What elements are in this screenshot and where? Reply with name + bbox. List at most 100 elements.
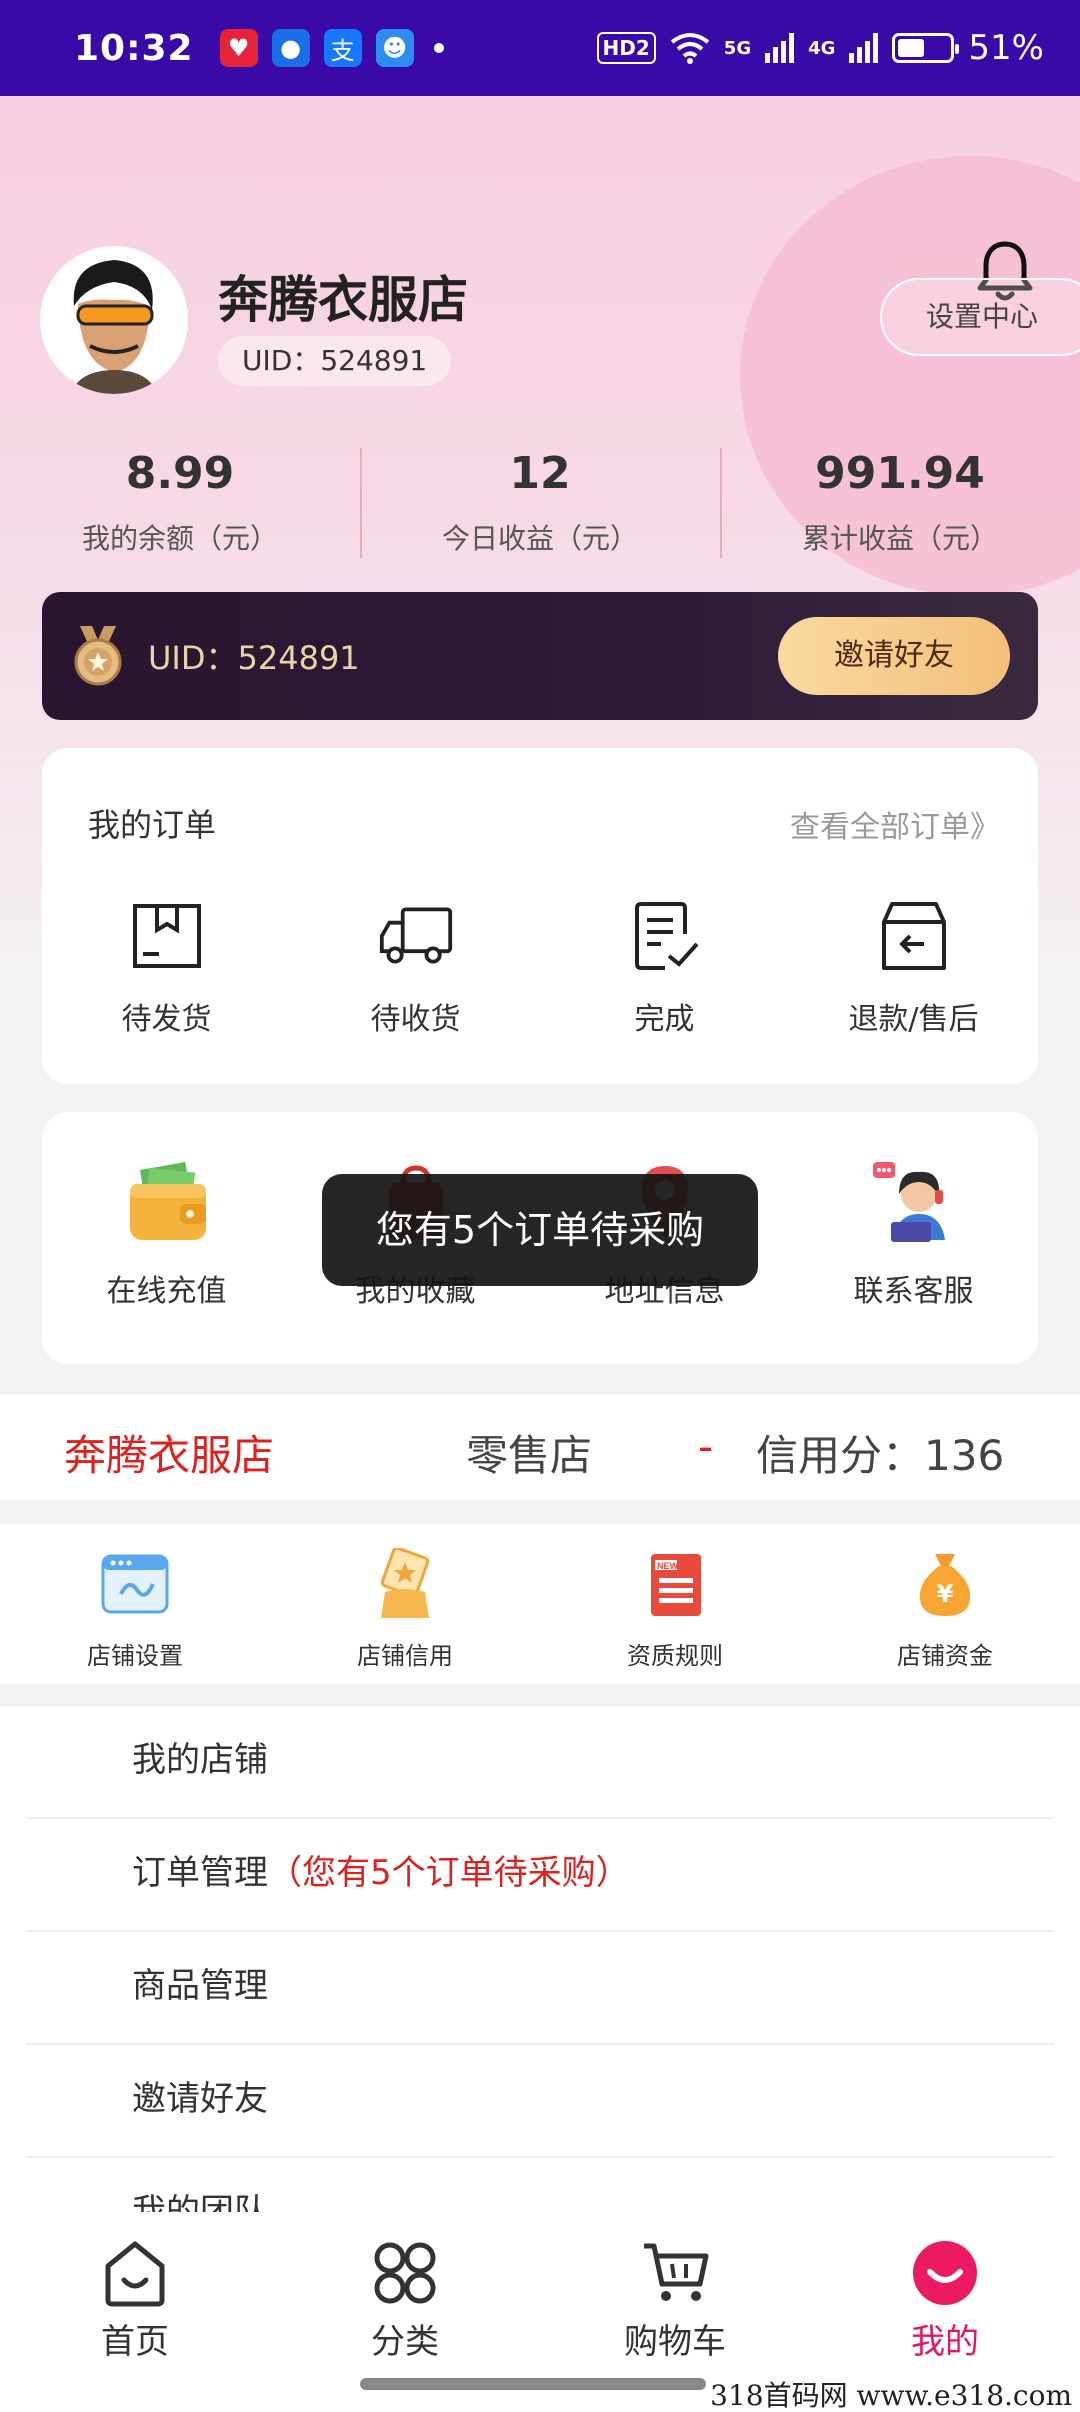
stat-value: 8.99 — [125, 448, 235, 499]
order-pending-receipt[interactable]: 待收货 — [291, 898, 540, 1038]
shop-tools-grid: 店铺设置 店铺信用 NEW 资质规则 ¥ 店铺资金 — [0, 1524, 1080, 1684]
shop-funds[interactable]: ¥ 店铺资金 — [810, 1524, 1080, 1684]
order-status-label: 待收货 — [370, 1002, 461, 1037]
menu-item-label: 订单管理 — [132, 1853, 268, 1893]
shop-info-row: 奔腾衣服店 零售店 - 信用分：136 — [0, 1394, 1080, 1500]
order-completed[interactable]: 完成 — [540, 898, 789, 1038]
order-pending-shipment[interactable]: 待发货 — [42, 898, 291, 1038]
svg-text:¥: ¥ — [937, 1580, 954, 1608]
shop-tool-label: 店铺信用 — [357, 1642, 453, 1670]
more-notifications-dot — [433, 43, 444, 53]
menu-item-my-team[interactable]: 我的团队 — [26, 2158, 1054, 2212]
tool-label: 联系客服 — [853, 1274, 974, 1309]
tab-label: 购物车 — [624, 2322, 726, 2362]
orders-title: 我的订单 — [88, 806, 217, 844]
svg-text:NEW: NEW — [657, 1561, 679, 1571]
menu-item-label: 我的团队 — [132, 2192, 268, 2212]
order-status-label: 完成 — [634, 1002, 695, 1037]
money-bag-icon: ¥ — [919, 1554, 971, 1616]
stat-value: 991.94 — [815, 448, 985, 499]
tab-label: 我的 — [911, 2322, 979, 2362]
stat-label: 我的余额（元） — [81, 522, 278, 555]
shop-tool-label: 店铺资金 — [897, 1642, 993, 1670]
view-all-orders-link[interactable]: 查看全部订单》 — [790, 802, 1000, 846]
checklist-icon — [634, 902, 698, 970]
home-indicator[interactable] — [360, 2378, 706, 2390]
tool-label: 在线充值 — [106, 1274, 227, 1309]
rules-document-icon: NEW — [651, 1554, 701, 1616]
medal-icon — [74, 626, 122, 686]
category-icon — [374, 2242, 436, 2304]
stat-value: 12 — [509, 448, 571, 499]
menu-item-goods-management[interactable]: 商品管理 — [26, 1932, 1054, 2045]
app-notification-icon: ♥ — [219, 29, 258, 67]
shop-type: 零售店 — [466, 1431, 593, 1480]
tab-label: 首页 — [101, 2322, 169, 2362]
stat-label: 累计收益（元） — [801, 522, 998, 555]
balance-stat[interactable]: 8.99 我的余额（元） — [0, 444, 360, 564]
my-orders-card: 我的订单 查看全部订单》 待发货 待收货 完成 退款/售后 — [42, 748, 1038, 1084]
avatar[interactable] — [40, 246, 188, 394]
member-bar: UID：524891 邀请好友 — [42, 592, 1038, 720]
wifi-icon — [670, 33, 710, 64]
return-box-icon — [881, 902, 946, 970]
battery-icon — [892, 33, 960, 63]
box-icon — [132, 904, 201, 968]
order-refund-aftersale[interactable]: 退款/售后 — [789, 898, 1038, 1038]
online-recharge[interactable]: 在线充值 — [42, 1160, 291, 1310]
network-4g-label: 4G — [808, 37, 836, 59]
shop-settings[interactable]: 店铺设置 — [0, 1524, 270, 1684]
qualification-rules[interactable]: NEW 资质规则 — [540, 1524, 810, 1684]
order-status-label: 退款/售后 — [848, 1002, 979, 1037]
total-earnings-stat[interactable]: 991.94 累计收益（元） — [720, 444, 1080, 564]
shop-tool-label: 资质规则 — [627, 1642, 723, 1670]
notification-icons: ♥ ● 支 ☻ — [219, 29, 444, 67]
separator-dash: - — [698, 1422, 714, 1471]
status-bar: 10:32 ♥ ● 支 ☻ HD2 5G 4G 51% — [0, 0, 1080, 96]
menu-item-invite-friends[interactable]: 邀请好友 — [26, 2045, 1054, 2158]
alipay-icon: 支 — [323, 29, 362, 67]
menu-item-my-shop[interactable]: 我的店铺 — [26, 1706, 1054, 1819]
shop-name: 奔腾衣服店 — [218, 271, 468, 329]
menu-item-order-management[interactable]: 订单管理（您有5个订单待采购） — [26, 1819, 1054, 1932]
stat-label: 今日收益（元） — [441, 522, 638, 555]
uid-badge: UID：524891 — [218, 336, 452, 386]
shop-tool-label: 店铺设置 — [87, 1642, 183, 1670]
home-icon — [105, 2241, 165, 2307]
customer-service-icon — [872, 1162, 945, 1242]
shop-credit[interactable]: 店铺信用 — [270, 1524, 540, 1684]
menu-list: 我的店铺 订单管理（您有5个订单待采购） 商品管理 邀请好友 我的团队 — [0, 1706, 1080, 2212]
menu-item-label: 商品管理 — [132, 1966, 268, 2006]
invite-friends-button[interactable]: 邀请好友 — [778, 617, 1010, 695]
signal-icon — [765, 33, 795, 63]
shop-settings-icon — [101, 1554, 169, 1614]
order-status-label: 待发货 — [121, 1002, 212, 1037]
credit-score: 信用分：136 — [756, 1431, 1005, 1480]
today-earnings-stat[interactable]: 12 今日收益（元） — [360, 444, 720, 564]
shop-name-red: 奔腾衣服店 — [64, 1431, 275, 1480]
member-uid: UID：524891 — [148, 639, 360, 677]
menu-item-label: 我的店铺 — [132, 1740, 268, 1780]
profile-icon — [913, 2241, 977, 2305]
shop-credit-icon — [380, 1548, 430, 1618]
network-5g-label: 5G — [723, 37, 752, 59]
tab-home[interactable]: 首页 — [0, 2212, 270, 2412]
order-status-grid: 待发货 待收货 完成 退款/售后 — [42, 898, 1038, 1038]
hd-voice-icon: HD2 — [596, 32, 656, 64]
watermark: 318首码网 www.e318.com — [710, 2379, 1072, 2412]
signal-icon — [849, 33, 879, 63]
cart-icon — [644, 2243, 709, 2301]
truck-icon — [379, 907, 452, 964]
menu-item-label: 邀请好友 — [132, 2079, 268, 2119]
wallet-icon — [129, 1162, 206, 1240]
app-notification-icon: ● — [271, 29, 310, 67]
contact-customer-service[interactable]: 联系客服 — [789, 1160, 1038, 1310]
battery-percent: 51% — [968, 28, 1044, 68]
pending-orders-note: （您有5个订单待采购） — [268, 1853, 630, 1893]
earnings-stats: 8.99 我的余额（元） 12 今日收益（元） 991.94 累计收益（元） — [0, 444, 1080, 564]
app-notification-icon: ☻ — [375, 29, 414, 67]
status-time: 10:32 — [74, 27, 194, 69]
pending-purchase-toast: 您有5个订单待采购 — [322, 1174, 758, 1286]
tab-label: 分类 — [371, 2322, 439, 2362]
settings-center-button[interactable]: 设置中心 — [880, 278, 1080, 356]
